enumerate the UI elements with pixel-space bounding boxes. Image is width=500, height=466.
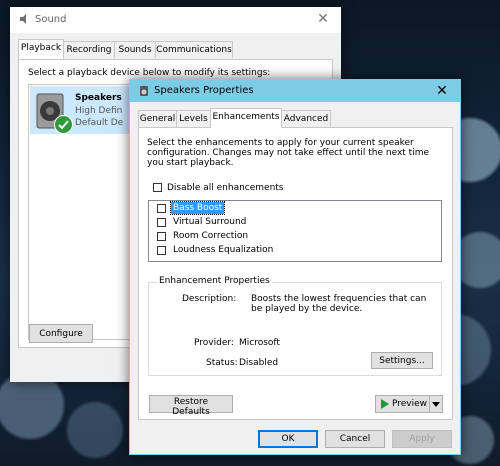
bass-boost-checkbox[interactable] — [157, 204, 166, 213]
device-row-speakers[interactable]: Speakers High Defin Default De — [30, 86, 140, 134]
loudness-equalization-label[interactable]: Loudness Equalization — [173, 245, 273, 255]
default-check-icon — [54, 115, 73, 134]
sound-instruction: Select a playback device below to modify… — [28, 68, 271, 78]
device-name: Speakers — [75, 93, 122, 103]
sound-title: Sound — [35, 14, 67, 25]
sound-close-icon[interactable]: ✕ — [315, 11, 331, 27]
sound-tabstrip: Playback Recording Sounds Communications — [18, 39, 333, 60]
bass-boost-label[interactable]: Bass Boost — [169, 201, 226, 215]
tab-recording[interactable]: Recording — [63, 41, 115, 58]
provider-value: Microsoft — [239, 338, 280, 348]
play-icon — [380, 399, 390, 409]
props-titlebar[interactable]: Speakers Properties ✕ — [130, 80, 460, 102]
restore-defaults-button[interactable]: Restore Defaults — [149, 395, 233, 417]
description-label: Description: — [182, 294, 237, 304]
tab-levels[interactable]: Levels — [176, 110, 211, 127]
virtual-surround-label[interactable]: Virtual Surround — [173, 217, 246, 227]
description-value: Boosts the lowest frequencies that can b… — [251, 294, 427, 314]
props-app-icon — [138, 85, 150, 97]
enhancements-description: Select the enhancements to apply for you… — [147, 138, 430, 168]
preview-divider — [429, 396, 430, 412]
enhancements-panel: Select the enhancements to apply for you… — [138, 127, 453, 420]
enhancements-list[interactable]: Bass Boost Virtual Surround Room Correct… — [148, 200, 442, 262]
status-label: Status: — [206, 358, 238, 368]
tab-advanced[interactable]: Advanced — [281, 110, 331, 127]
room-correction-checkbox[interactable] — [157, 232, 166, 241]
chevron-down-icon[interactable] — [432, 401, 440, 407]
preview-split-button[interactable]: Preview — [375, 395, 443, 413]
props-title: Speakers Properties — [154, 85, 254, 96]
apply-button[interactable]: Apply — [392, 430, 452, 448]
ok-button[interactable]: OK — [258, 430, 318, 448]
cancel-button[interactable]: Cancel — [325, 430, 385, 448]
status-value: Disabled — [239, 358, 279, 368]
tab-sounds[interactable]: Sounds — [114, 41, 156, 58]
preview-label: Preview — [392, 399, 428, 409]
configure-button[interactable]: Configure — [29, 324, 93, 343]
enhancement-properties-group: Enhancement Properties Description: Boos… — [148, 276, 442, 376]
room-correction-label[interactable]: Room Correction — [173, 231, 248, 241]
speakers-properties-window: Speakers Properties ✕ General Levels Enh… — [129, 79, 461, 455]
disable-all-label[interactable]: Disable all enhancements — [167, 183, 284, 193]
group-title: Enhancement Properties — [157, 276, 272, 286]
provider-label: Provider: — [194, 338, 234, 348]
tab-enhancements[interactable]: Enhancements — [210, 108, 282, 128]
device-line2: Default De — [75, 118, 124, 128]
props-close-icon[interactable]: ✕ — [434, 83, 450, 99]
device-line1: High Defin — [75, 106, 123, 116]
virtual-surround-checkbox[interactable] — [157, 218, 166, 227]
tab-general[interactable]: General — [138, 110, 177, 127]
sound-app-icon — [19, 13, 31, 25]
settings-button[interactable]: Settings... — [371, 352, 433, 369]
props-tabstrip: General Levels Enhancements Advanced — [138, 108, 452, 129]
sound-titlebar[interactable]: Sound ✕ — [10, 7, 341, 33]
loudness-equalization-checkbox[interactable] — [157, 246, 166, 255]
tab-communications[interactable]: Communications — [155, 41, 233, 58]
disable-all-checkbox[interactable] — [153, 183, 162, 192]
tab-playback[interactable]: Playback — [18, 39, 64, 59]
